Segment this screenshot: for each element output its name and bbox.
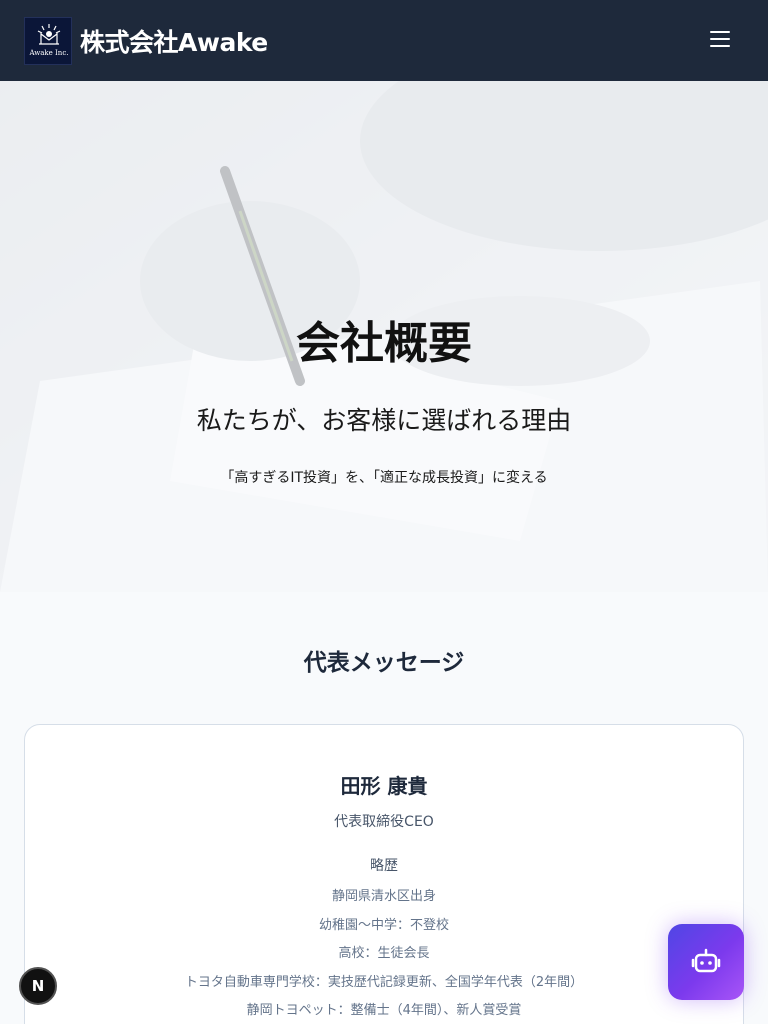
page-title: 会社概要 (296, 318, 472, 369)
robot-icon (691, 948, 721, 973)
hero-subtitle: 私たちが、お客様に選ばれる理由 (196, 406, 572, 435)
brand-name[interactable]: 株式会社Awake (80, 23, 268, 59)
bio-item: トヨタ自動車専門学校：実技歴代記録更新、全国学年代表（2年間） (184, 974, 584, 990)
company-logo[interactable]: Awake Inc. (24, 16, 72, 65)
site-header: Awake Inc. 株式会社Awake (0, 0, 768, 81)
chatbot-button[interactable] (668, 924, 744, 1000)
bio-heading: 略歴 (370, 858, 398, 874)
nextjs-dev-badge[interactable]: N (19, 967, 57, 1005)
bio-item: 静岡トヨペット：整備士（4年間）、新人賞受賞 (246, 1003, 522, 1018)
hamburger-menu-icon[interactable] (710, 31, 730, 49)
hero-section: 会社概要 私たちが、お客様に選ばれる理由 「高すぎるIT投資」を、「適正な成長投… (0, 81, 768, 592)
bio-item: 幼稚園〜中学：不登校 (318, 917, 449, 933)
ceo-name: 田形 康貴 (340, 774, 428, 798)
section-title-ceo-message: 代表メッセージ (303, 650, 465, 676)
bio-item: 静岡県清水区出身 (331, 889, 436, 904)
bio-item: 高校：生徒会長 (338, 946, 430, 961)
bio-list: 静岡県清水区出身 幼稚園〜中学：不登校 高校：生徒会長 トヨタ自動車専門学校：実… (25, 887, 743, 1024)
sunrise-logo-icon (37, 23, 61, 45)
ceo-role: 代表取締役CEO (334, 814, 434, 830)
logo-wordmark: Awake Inc. (29, 48, 69, 57)
hero-tagline: 「高すぎるIT投資」を、「適正な成長投資」に変える (220, 470, 548, 486)
ceo-profile-card: 田形 康貴 代表取締役CEO 略歴 静岡県清水区出身 幼稚園〜中学：不登校 高校… (24, 724, 744, 1024)
